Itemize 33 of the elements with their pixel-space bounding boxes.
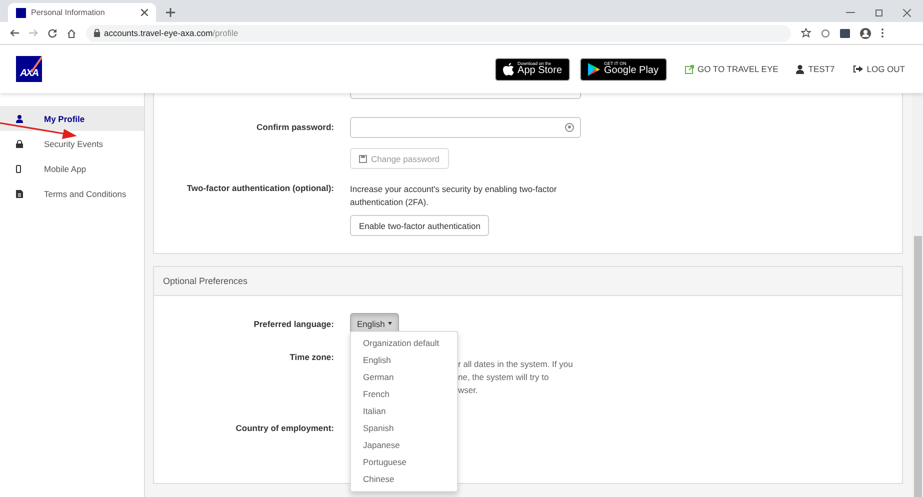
dropdown-option[interactable]: Japanese: [351, 437, 457, 454]
dropdown-option[interactable]: English: [351, 352, 457, 369]
dropdown-option[interactable]: Italian: [351, 403, 457, 420]
header-link[interactable]: GO TO TRAVEL EYE: [684, 64, 778, 74]
help-text: r all dates in the system. If you: [458, 358, 574, 371]
dropdown-option[interactable]: Organization default: [351, 335, 457, 352]
dropdown-option[interactable]: Chinese: [351, 471, 457, 488]
sidebar-item[interactable]: Security Events: [0, 131, 144, 156]
dropdown-option[interactable]: Portuguese: [351, 454, 457, 471]
url-host: accounts.travel-eye-axa.com: [104, 28, 213, 38]
address-bar[interactable]: accounts.travel-eye-axa.com/profile: [86, 24, 791, 42]
dropdown-option[interactable]: French: [351, 386, 457, 403]
help-text: ne, the system will try to: [458, 371, 550, 384]
header-link[interactable]: TEST7: [796, 64, 835, 74]
url-path: /profile: [212, 28, 238, 38]
section-header: Optional Preferences: [154, 267, 902, 296]
field-label: Time zone:: [288, 351, 334, 364]
field-label: Two-factor authentication (optional):: [186, 182, 334, 195]
field-label: Confirm password:: [256, 121, 334, 134]
tab-title: Personal Information: [31, 8, 106, 17]
sidebar-item[interactable]: My Profile: [0, 106, 144, 131]
sidebar-item[interactable]: Mobile App: [0, 156, 144, 181]
logo[interactable]: AXA: [16, 56, 42, 82]
help-text: wser.: [458, 384, 479, 397]
header-link[interactable]: LOG OUT: [852, 64, 905, 74]
dropdown-option[interactable]: Spanish: [351, 420, 457, 437]
field-label: Preferred language:: [252, 318, 334, 331]
help-text: Increase your account's security by enabling two-factor authentication (2FA).: [350, 183, 558, 209]
dropdown-option[interactable]: German: [351, 369, 457, 386]
enable-2fa-button[interactable]: Enable two-factor authentication: [350, 215, 490, 236]
browser-tab[interactable]: Personal Information: [8, 3, 156, 22]
field-label: Country of employment:: [234, 422, 334, 433]
sidebar-item[interactable]: Terms and Conditions: [0, 181, 144, 206]
